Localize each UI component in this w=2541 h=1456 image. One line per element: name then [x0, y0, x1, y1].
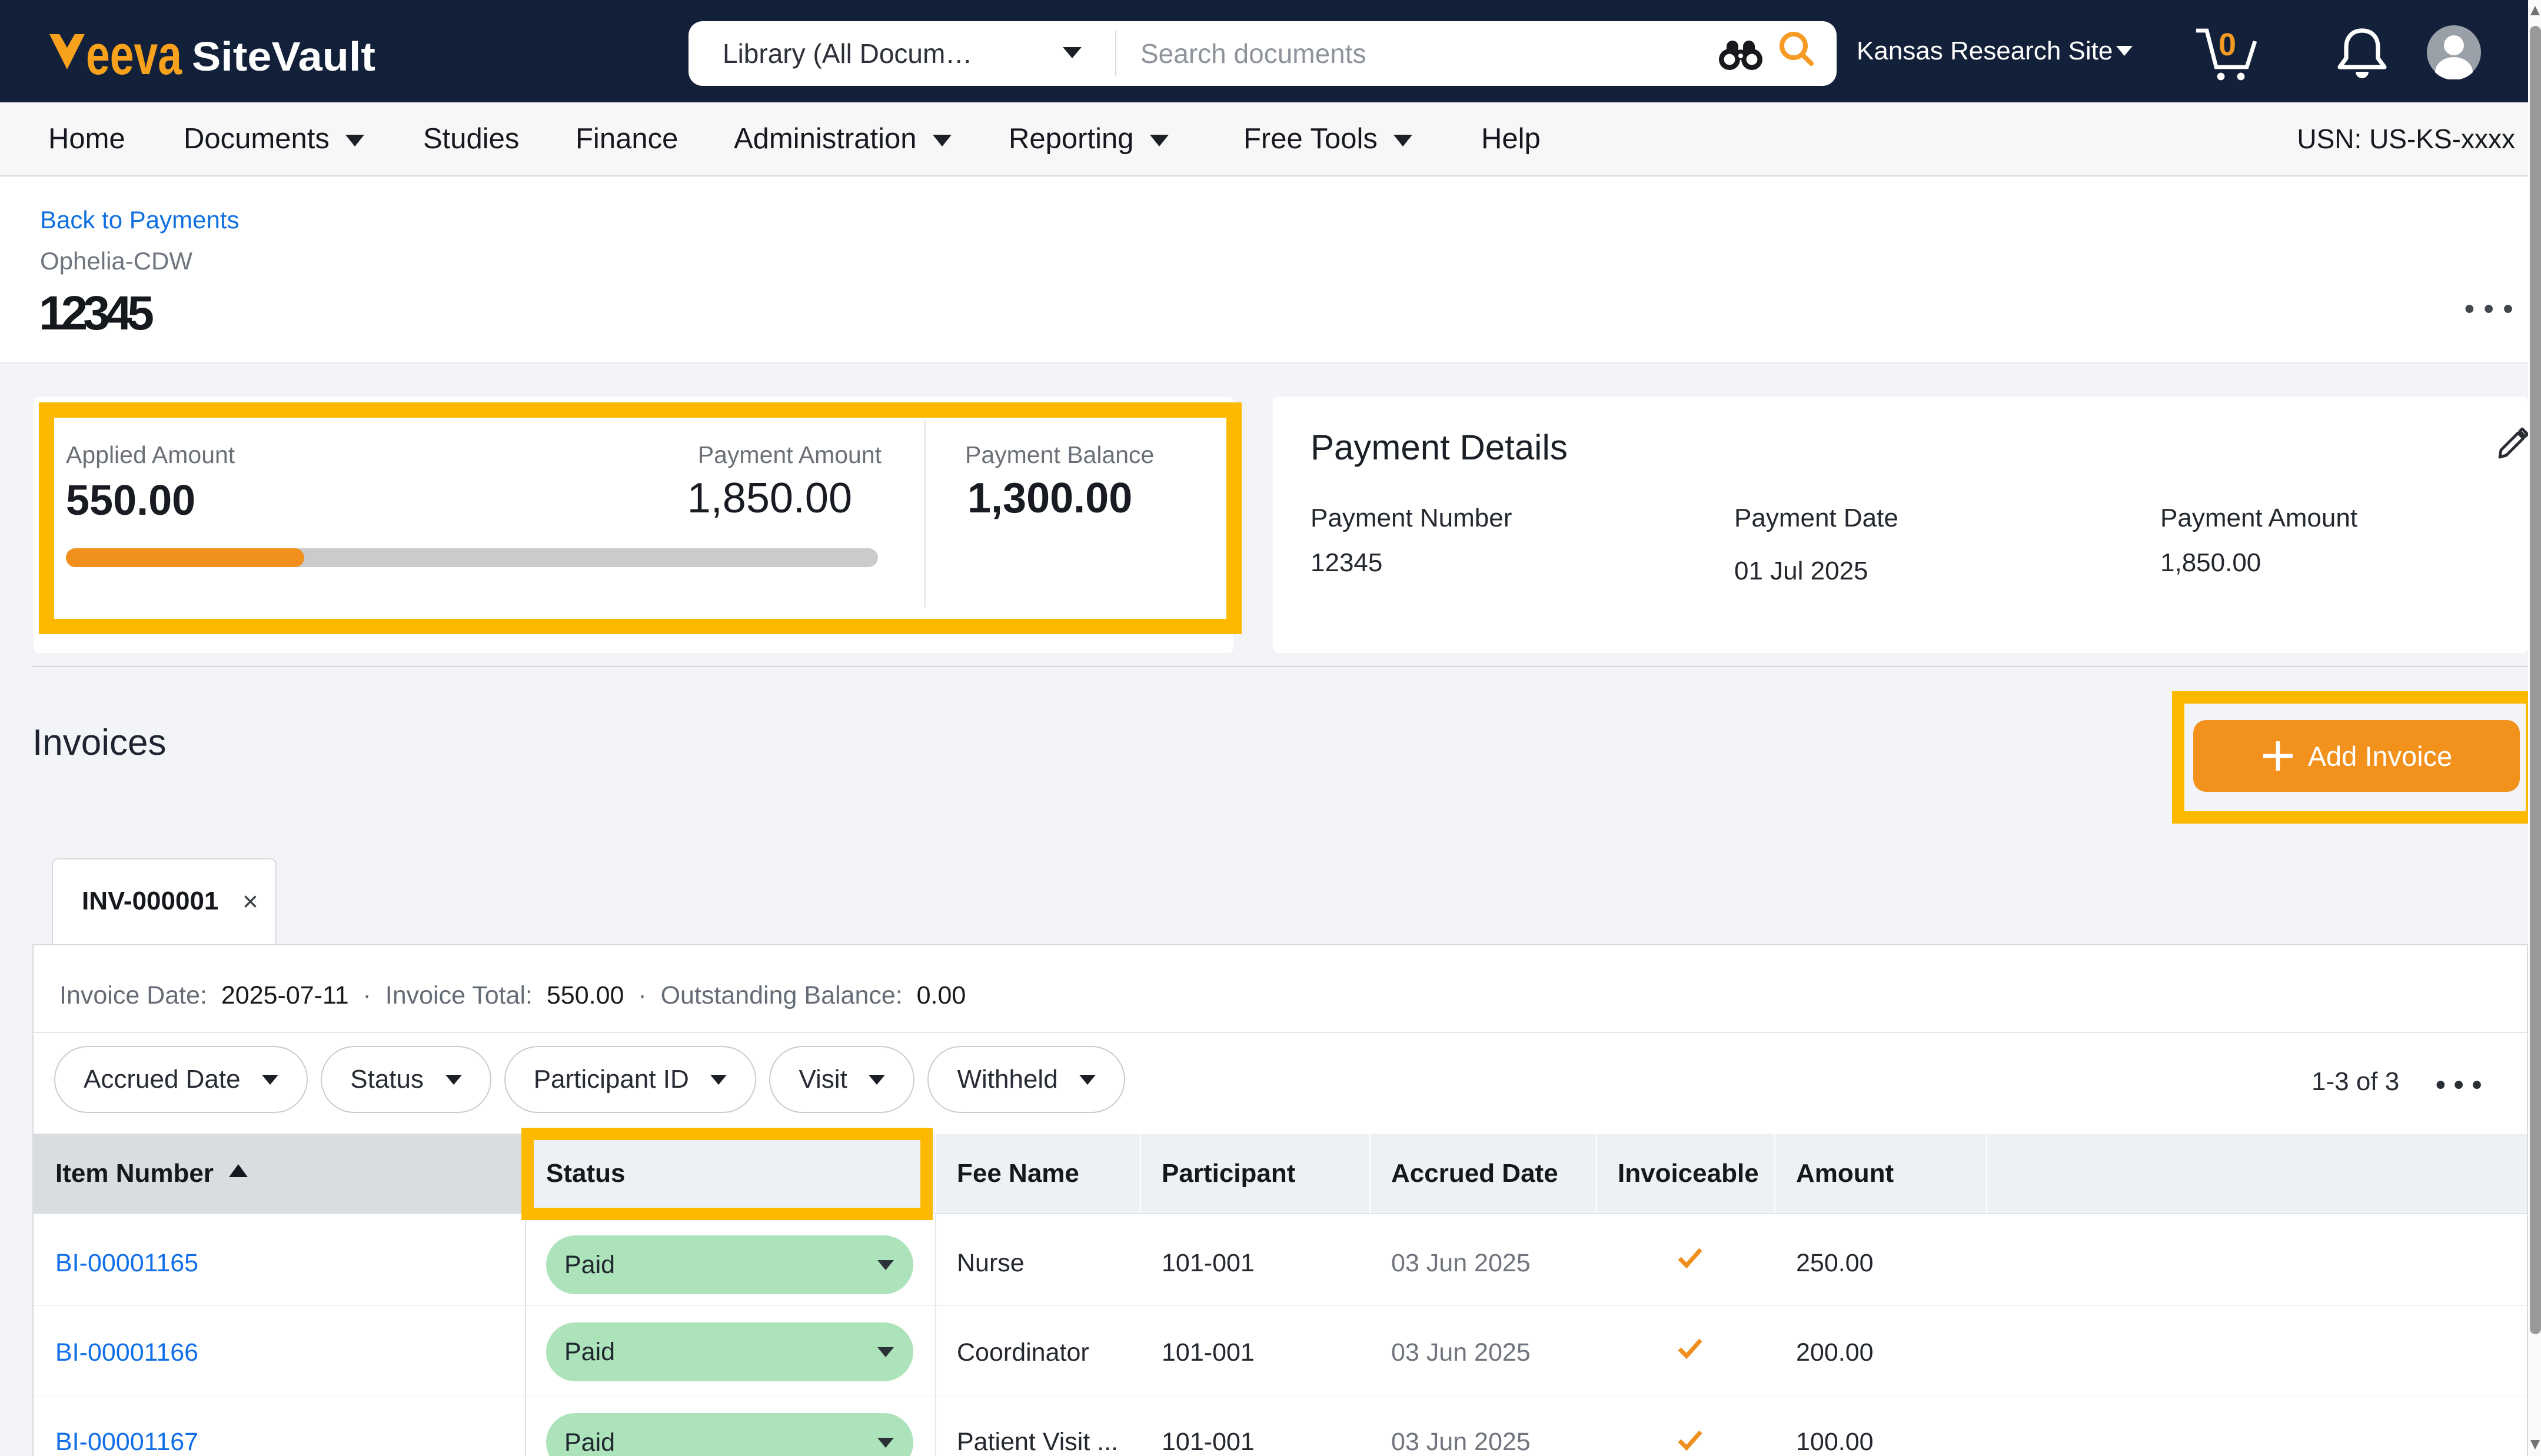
svg-text:eeva: eeva [86, 24, 182, 86]
svg-text:0: 0 [2219, 27, 2236, 62]
svg-text:SiteVault: SiteVault [192, 34, 375, 79]
